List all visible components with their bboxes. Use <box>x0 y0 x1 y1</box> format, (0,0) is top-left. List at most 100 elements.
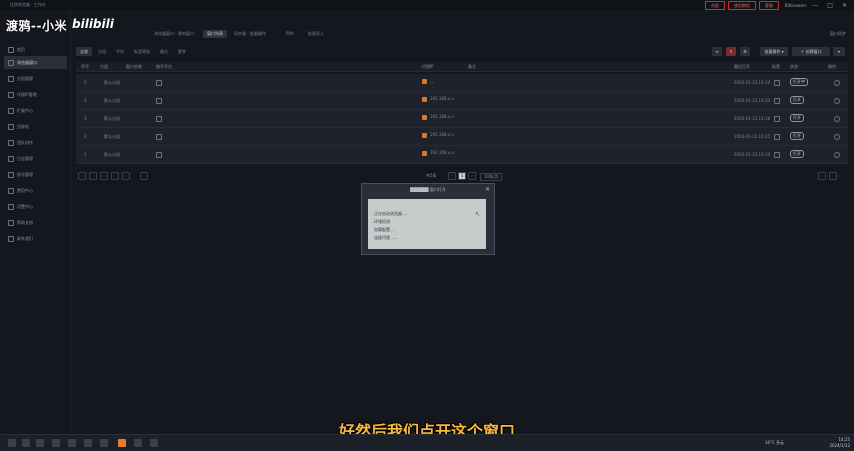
username[interactable]: Bitbrowser <box>785 3 806 9</box>
window-sync-link[interactable]: 窗口同步 <box>830 31 846 37</box>
table-row[interactable]: 3 默认分组 192.168.x.x 2024-01-12 14:18 打开 <box>76 110 848 128</box>
start-icon[interactable] <box>8 439 16 447</box>
sidebar-item-extensions[interactable]: 扩展中心 <box>4 104 67 117</box>
search-icon[interactable] <box>22 439 30 447</box>
sidebar-item-contact[interactable]: 联系我们 <box>4 232 67 245</box>
app-icon[interactable] <box>150 439 158 447</box>
copy-icon[interactable] <box>156 134 162 140</box>
sidebar-item-proxy[interactable]: 代理IP管理 <box>4 88 67 101</box>
next-page-button[interactable]: › <box>468 172 476 180</box>
weather-widget[interactable]: 16°C 多云 <box>765 440 784 446</box>
sidebar-item-logs[interactable]: 日志管理 <box>4 152 67 165</box>
open-status-button[interactable]: 打开 <box>790 132 804 140</box>
table-row[interactable]: 2 默认分组 192.168.x.x 2024-01-12 14:15 打开 <box>76 128 848 146</box>
bulk-open-icon[interactable] <box>78 172 86 180</box>
minimize-icon[interactable]: — <box>809 2 821 9</box>
sidebar-item-billing[interactable]: 费用中心 <box>4 184 67 197</box>
search-button[interactable]: ⚲ <box>726 47 736 56</box>
more-actions-icon[interactable] <box>834 116 840 122</box>
task-view-icon[interactable] <box>36 439 44 447</box>
header-seq[interactable]: 序号 <box>81 64 89 70</box>
tab-window-list[interactable]: 窗口列表 <box>203 30 227 38</box>
chrome-icon[interactable] <box>134 439 142 447</box>
edit-icon[interactable] <box>774 116 780 122</box>
batch-ops-button[interactable]: 批量操作 ▾ <box>760 47 788 56</box>
copy-icon[interactable] <box>156 116 162 122</box>
column-settings-icon[interactable] <box>829 172 837 180</box>
create-dropdown-button[interactable]: ▾ <box>833 47 845 56</box>
open-status-button[interactable]: 打开中 <box>790 78 808 86</box>
close-icon[interactable]: ✕ <box>839 2 850 9</box>
browser-icon[interactable] <box>68 439 76 447</box>
header-note[interactable]: 备注 <box>468 64 476 70</box>
table-row[interactable]: 1 默认分组 192.168.x.x 2024-01-12 14:10 打开 <box>76 146 848 164</box>
copy-icon[interactable] <box>156 80 162 86</box>
tab-my-windows[interactable]: 浏览器窗口 · 我的窗口 <box>150 30 198 38</box>
header-last-open[interactable]: 最近打开 <box>734 64 750 70</box>
prev-page-button[interactable]: ‹ <box>448 172 456 180</box>
filter-all[interactable]: 全部 <box>76 47 92 56</box>
table-row[interactable]: 5 默认分组 — 2024-01-12 14:22 打开中 <box>76 74 848 92</box>
edit-icon[interactable] <box>774 80 780 86</box>
header-tags[interactable]: 标签 <box>772 64 780 70</box>
edit-icon[interactable] <box>774 134 780 140</box>
system-clock[interactable]: 14:25 2024/1/12 <box>829 437 850 449</box>
table-row[interactable]: 4 默认分组 192.168.x.x 2024-01-12 14:20 打开 <box>76 92 848 110</box>
more-actions-icon[interactable] <box>834 80 840 86</box>
header-group[interactable]: 分组 <box>100 64 108 70</box>
open-status-button[interactable]: 打开 <box>790 150 804 158</box>
filter-group[interactable]: 分组 <box>94 47 110 56</box>
more-actions-icon[interactable] <box>834 152 840 158</box>
per-page-select[interactable]: 10条/页 <box>480 173 503 181</box>
copy-icon[interactable] <box>156 98 162 104</box>
store-icon[interactable] <box>84 439 92 447</box>
create-window-button[interactable]: ＋ 创建窗口 <box>792 47 830 56</box>
header-platform[interactable]: 账号平台 <box>156 64 172 70</box>
bitbrowser-icon[interactable] <box>118 439 126 447</box>
bulk-more-icon[interactable] <box>140 172 148 180</box>
header-status[interactable]: 状态 <box>790 64 798 70</box>
filter-note[interactable]: 备注 <box>156 47 172 56</box>
tutorial-button[interactable]: 使用教程 <box>727 1 756 10</box>
support-button[interactable]: 客服 <box>758 1 779 10</box>
sidebar-item-recycle[interactable]: 回收站 <box>4 120 67 133</box>
header-proxy[interactable]: 代理IP <box>422 64 434 70</box>
maximize-icon[interactable]: □ <box>824 2 836 9</box>
header-name[interactable]: 窗口名称 <box>126 64 142 70</box>
refresh-icon[interactable] <box>818 172 826 180</box>
sidebar-item-accounts[interactable]: 账号管理 <box>4 168 67 181</box>
tab-rpa[interactable]: RPA <box>282 30 298 38</box>
edit-icon[interactable] <box>774 152 780 158</box>
open-status-button[interactable]: 打开 <box>790 114 804 122</box>
more-actions-icon[interactable] <box>834 134 840 140</box>
filter-more[interactable]: 更多 <box>174 47 190 56</box>
row-group: 默认分组 <box>104 98 120 103</box>
recharge-button[interactable]: 充值 <box>704 1 725 10</box>
settings-button[interactable]: ⚙ <box>740 47 750 56</box>
page-button-current[interactable]: 1 <box>458 172 466 180</box>
list-view-button[interactable]: ≡ <box>712 47 722 56</box>
bulk-delete-icon[interactable] <box>122 172 130 180</box>
close-icon[interactable]: ✕ <box>485 185 490 194</box>
sidebar-item-help[interactable]: 帮助文档 <box>4 216 67 229</box>
more-actions-icon[interactable] <box>834 98 840 104</box>
bulk-export-icon[interactable] <box>111 172 119 180</box>
sidebar-item-groups[interactable]: 分组管理 <box>4 72 67 85</box>
tab-batch-import[interactable]: 批量导入 <box>304 30 328 38</box>
clock-date: 2024/1/12 <box>829 443 850 448</box>
bulk-close-icon[interactable] <box>89 172 97 180</box>
filter-platform[interactable]: 平台 <box>112 47 128 56</box>
explorer-icon[interactable] <box>52 439 60 447</box>
app-icon[interactable] <box>100 439 108 447</box>
sidebar-item-team[interactable]: 团队协作 <box>4 136 67 149</box>
filter-tags[interactable]: 标签筛选 <box>130 47 154 56</box>
copy-icon[interactable] <box>156 152 162 158</box>
row-group: 默认分组 <box>104 116 120 121</box>
sidebar-item-settings[interactable]: 设置中心 <box>4 200 67 213</box>
open-status-button[interactable]: 打开 <box>790 96 804 104</box>
sidebar-item-browser-windows[interactable]: 浏览器窗口 <box>4 56 67 69</box>
sidebar-item-home[interactable]: 首页 <box>4 43 67 56</box>
edit-icon[interactable] <box>774 98 780 104</box>
tab-synchronizer[interactable]: 同步器 · 批量操作 <box>230 30 270 38</box>
bulk-move-icon[interactable] <box>100 172 108 180</box>
